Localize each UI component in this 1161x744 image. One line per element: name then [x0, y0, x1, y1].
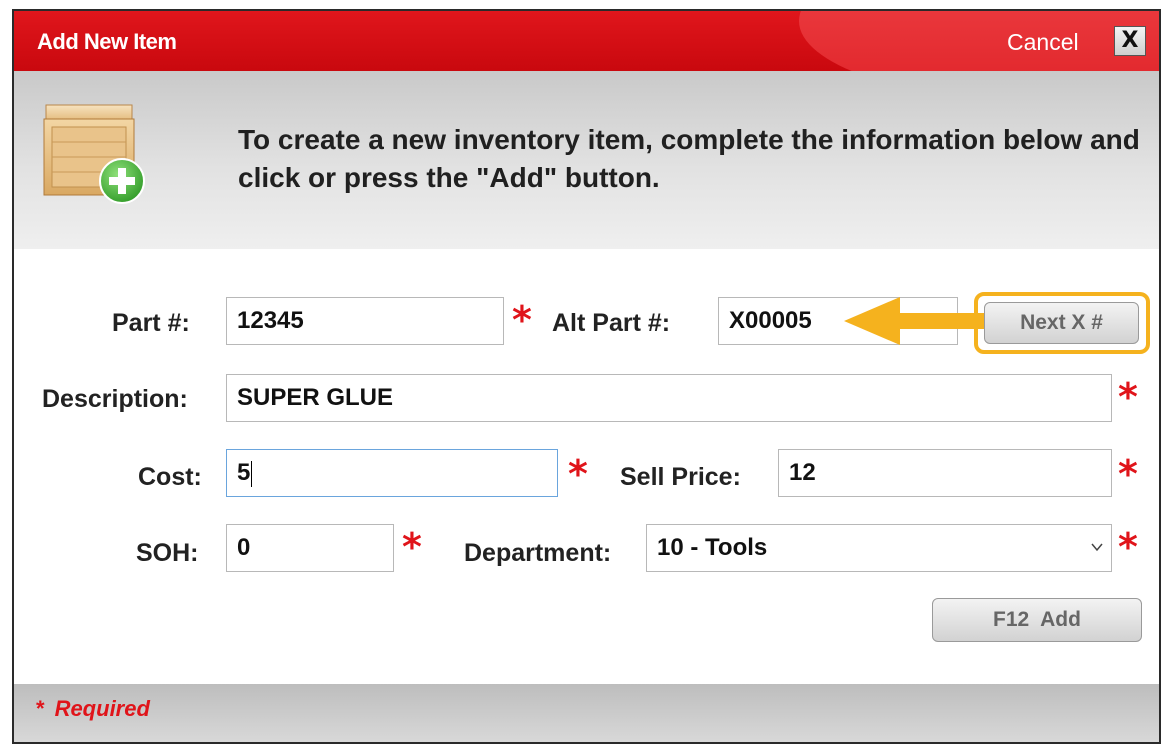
- crate-add-icon: [43, 104, 145, 204]
- department-label: Department:: [464, 539, 612, 567]
- required-legend-text: Required: [54, 696, 150, 721]
- close-button[interactable]: X: [1114, 26, 1146, 56]
- description-required-marker: *: [1118, 375, 1138, 419]
- cost-required-marker: *: [568, 452, 588, 496]
- soh-required-marker: *: [402, 525, 422, 569]
- title-bar: Add New Item Cancel X: [14, 11, 1159, 71]
- text-cursor: [251, 460, 253, 487]
- part-number-value: 12345: [237, 307, 304, 334]
- cancel-link[interactable]: Cancel: [1007, 29, 1079, 56]
- sell-price-input[interactable]: 12: [778, 449, 1112, 497]
- department-value: 10 - Tools: [657, 534, 768, 561]
- cost-input[interactable]: 5: [226, 449, 558, 497]
- add-button[interactable]: F12 Add: [932, 598, 1142, 642]
- required-legend: * Required: [36, 696, 150, 722]
- department-select[interactable]: 10 - Tools: [646, 524, 1112, 572]
- soh-input[interactable]: 0: [226, 524, 394, 572]
- cost-value: 5: [237, 459, 251, 486]
- description-label: Description:: [42, 385, 188, 413]
- part-number-label: Part #:: [112, 309, 190, 337]
- part-number-input[interactable]: 12345: [226, 297, 504, 345]
- department-required-marker: *: [1118, 525, 1138, 569]
- sell-price-required-marker: *: [1118, 452, 1138, 496]
- arrow-left-icon: [844, 297, 986, 345]
- cost-label: Cost:: [138, 463, 202, 491]
- alt-part-number-value: X00005: [729, 307, 812, 334]
- dialog-title: Add New Item: [37, 29, 177, 54]
- required-legend-star: *: [36, 696, 45, 721]
- next-x-button[interactable]: Next X #: [984, 302, 1139, 344]
- chevron-down-icon: [1091, 543, 1103, 552]
- instruction-text: To create a new inventory item, complete…: [238, 124, 1140, 193]
- description-input[interactable]: SUPER GLUE: [226, 374, 1112, 422]
- description-value: SUPER GLUE: [237, 384, 394, 411]
- dialog-footer: * Required: [14, 684, 1159, 742]
- add-new-item-dialog: Add New Item Cancel X To create a new in…: [12, 9, 1161, 744]
- dialog-header: To create a new inventory item, complete…: [14, 71, 1159, 249]
- sell-price-label: Sell Price:: [620, 463, 741, 491]
- soh-label: SOH:: [136, 539, 199, 567]
- alt-part-number-label: Alt Part #:: [552, 309, 671, 337]
- part-number-required-marker: *: [512, 298, 532, 342]
- soh-value: 0: [237, 534, 251, 561]
- sell-price-value: 12: [789, 459, 816, 486]
